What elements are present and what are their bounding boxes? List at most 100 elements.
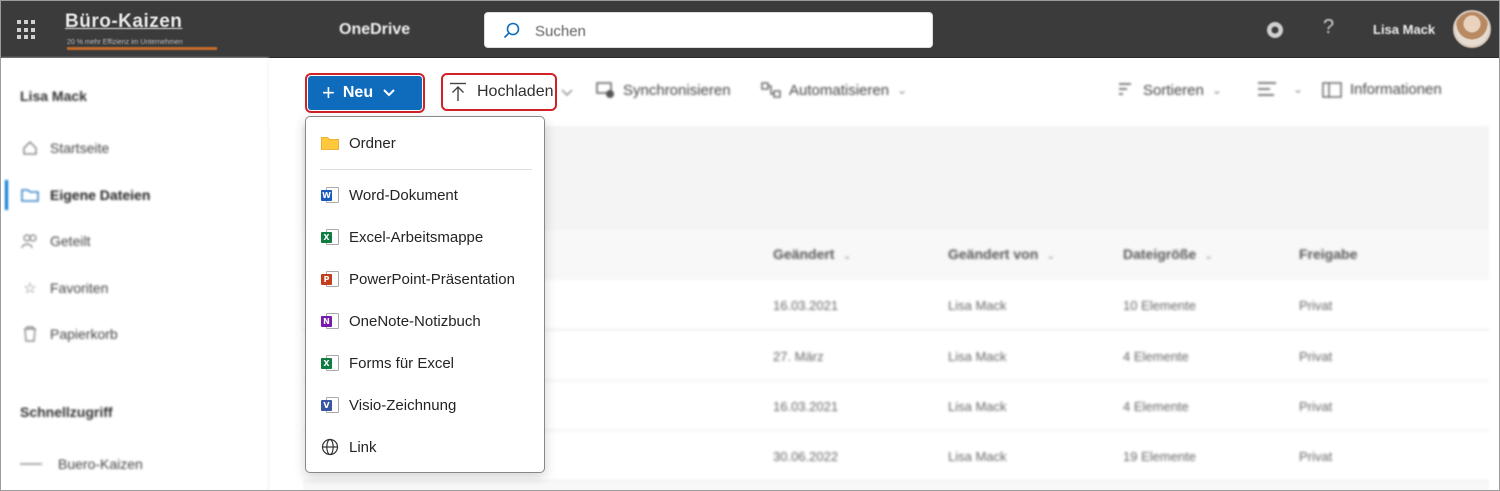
top-bar: Büro-Kaizen 20 % mehr Effizienz im Unter… — [1, 1, 1499, 58]
chevron-down-icon: ⌄ — [897, 83, 908, 97]
chevron-down-icon: ⌄ — [1046, 250, 1056, 262]
column-label: Geändert — [773, 246, 835, 262]
info-icon — [1322, 81, 1342, 98]
column-header-size[interactable]: Dateigröße ⌄ — [1123, 246, 1213, 262]
search-placeholder: Suchen — [535, 23, 586, 40]
sort-label: Sortieren — [1143, 81, 1204, 99]
chevron-down-icon: ⌄ — [1211, 83, 1222, 97]
cell-size: 19 Elemente — [1123, 449, 1196, 464]
info-button[interactable]: Informationen — [1322, 81, 1442, 98]
avatar[interactable] — [1453, 10, 1491, 48]
upload-button[interactable]: Hochladen — [441, 73, 557, 111]
cell-size: 4 Elemente — [1123, 349, 1189, 364]
sidebar-item-label: Papierkorb — [50, 326, 118, 342]
brand-tagline: 20 % mehr Effizienz im Unternehmen — [67, 39, 183, 46]
upload-icon — [449, 82, 467, 102]
column-label: Geändert von — [948, 246, 1039, 262]
chevron-down-icon: ⌄ — [842, 250, 852, 262]
menu-separator — [320, 169, 532, 170]
menu-item-label: Visio-Zeichnung — [349, 396, 457, 414]
powerpoint-icon: P — [320, 269, 340, 289]
folder-icon — [320, 133, 340, 153]
gear-icon[interactable] — [1265, 20, 1285, 40]
cell-size: 4 Elemente — [1123, 399, 1189, 414]
new-button-label: Neu — [342, 84, 374, 101]
new-dropdown-menu: Ordner W Word-Dokument X Excel-Arbeitsma… — [305, 116, 545, 473]
column-header-modified-by[interactable]: Geändert von ⌄ — [948, 246, 1055, 262]
cell-sharing: Privat — [1299, 349, 1333, 364]
sidebar-item-label: Eigene Dateien — [50, 187, 151, 203]
cell-modified: 30.06.2022 — [773, 449, 839, 464]
people-icon — [20, 231, 40, 251]
view-options-button[interactable]: ⌄ — [1257, 81, 1303, 97]
chevron-down-icon: ⌄ — [1204, 250, 1214, 262]
automate-icon — [761, 81, 781, 99]
sidebar-item-label: Favoriten — [50, 280, 109, 296]
forms-excel-icon: X — [320, 353, 340, 373]
sync-button[interactable]: Synchronisieren — [595, 81, 731, 99]
sync-label: Synchronisieren — [623, 81, 731, 99]
quick-item-label: Buero-Kaizen — [58, 456, 143, 472]
left-navigation: Lisa Mack Startseite Eigene Dateien Gete… — [1, 58, 269, 490]
sidebar-item-home[interactable]: Startseite — [20, 136, 260, 160]
cell-modified-by: Lisa Mack — [948, 349, 1007, 364]
trash-icon — [20, 324, 40, 344]
plus-icon: + — [322, 80, 335, 105]
automate-label: Automatisieren — [789, 81, 890, 99]
cell-sharing: Privat — [1299, 399, 1333, 414]
help-icon[interactable]: ? — [1323, 16, 1334, 39]
sidebar-item-shared[interactable]: Geteilt — [20, 229, 260, 253]
cell-modified-by: Lisa Mack — [948, 399, 1007, 414]
window-frame: Büro-Kaizen 20 % mehr Effizienz im Unter… — [0, 0, 1500, 491]
chevron-down-icon: ⌄ — [1293, 82, 1304, 96]
column-label: Dateigröße — [1123, 246, 1197, 262]
menu-item-link[interactable]: Link — [320, 435, 540, 459]
menu-item-excel[interactable]: X Excel-Arbeitsmappe — [320, 225, 540, 249]
sidebar-item-label: Startseite — [50, 140, 110, 156]
automate-button[interactable]: Automatisieren ⌄ — [761, 81, 907, 99]
column-header-modified[interactable]: Geändert ⌄ — [773, 246, 852, 262]
menu-item-word[interactable]: W Word-Dokument — [320, 183, 540, 207]
column-label: Freigabe — [1299, 246, 1358, 262]
brand-underline — [67, 47, 217, 50]
menu-item-powerpoint[interactable]: P PowerPoint-Präsentation — [320, 267, 540, 291]
app-launcher-icon[interactable] — [17, 20, 37, 40]
sidebar-item-recycle-bin[interactable]: Papierkorb — [20, 322, 260, 346]
upload-button-label: Hochladen — [477, 83, 554, 100]
cell-sharing: Privat — [1299, 449, 1333, 464]
menu-item-folder[interactable]: Ordner — [320, 131, 540, 155]
quick-access-item[interactable]: Buero-Kaizen — [20, 456, 143, 472]
cell-size: 10 Elemente — [1123, 298, 1196, 313]
sync-icon — [595, 81, 615, 99]
menu-item-label: PowerPoint-Präsentation — [349, 270, 515, 288]
search-box[interactable]: Suchen — [484, 12, 933, 48]
sidebar-item-label: Geteilt — [50, 233, 91, 249]
star-icon: ☆ — [23, 280, 37, 297]
chevron-down-icon — [383, 89, 395, 97]
cell-modified: 16.03.2021 — [773, 399, 839, 414]
column-header-sharing[interactable]: Freigabe — [1299, 246, 1357, 262]
cell-modified-by: Lisa Mack — [948, 449, 1007, 464]
active-indicator — [5, 180, 8, 210]
chevron-down-icon[interactable] — [561, 89, 573, 97]
menu-item-forms-excel[interactable]: X Forms für Excel — [320, 351, 540, 375]
brand-logo[interactable]: Büro-Kaizen 20 % mehr Effizienz im Unter… — [63, 11, 223, 51]
sort-button[interactable]: Sortieren ⌄ — [1117, 81, 1222, 99]
app-name[interactable]: OneDrive — [339, 21, 410, 39]
menu-item-visio[interactable]: V Visio-Zeichnung — [320, 393, 540, 417]
sidebar-item-favorites[interactable]: ☆ Favoriten — [20, 276, 260, 300]
menu-item-label: Forms für Excel — [349, 354, 455, 372]
new-button[interactable]: + Neu — [305, 73, 425, 113]
menu-item-label: OneNote-Notizbuch — [349, 312, 481, 330]
menu-item-onenote[interactable]: N OneNote-Notizbuch — [320, 309, 540, 333]
menu-item-label: Link — [349, 438, 377, 456]
user-name[interactable]: Lisa Mack — [1373, 22, 1435, 37]
cell-modified: 27. März — [773, 349, 824, 364]
menu-item-label: Ordner — [349, 134, 396, 152]
menu-item-label: Excel-Arbeitsmappe — [349, 228, 484, 246]
quick-access-title: Schnellzugriff — [20, 404, 113, 420]
cell-modified: 16.03.2021 — [773, 298, 839, 313]
list-view-icon — [1257, 81, 1277, 97]
cell-sharing: Privat — [1299, 298, 1333, 313]
sidebar-item-my-files[interactable]: Eigene Dateien — [20, 183, 260, 207]
